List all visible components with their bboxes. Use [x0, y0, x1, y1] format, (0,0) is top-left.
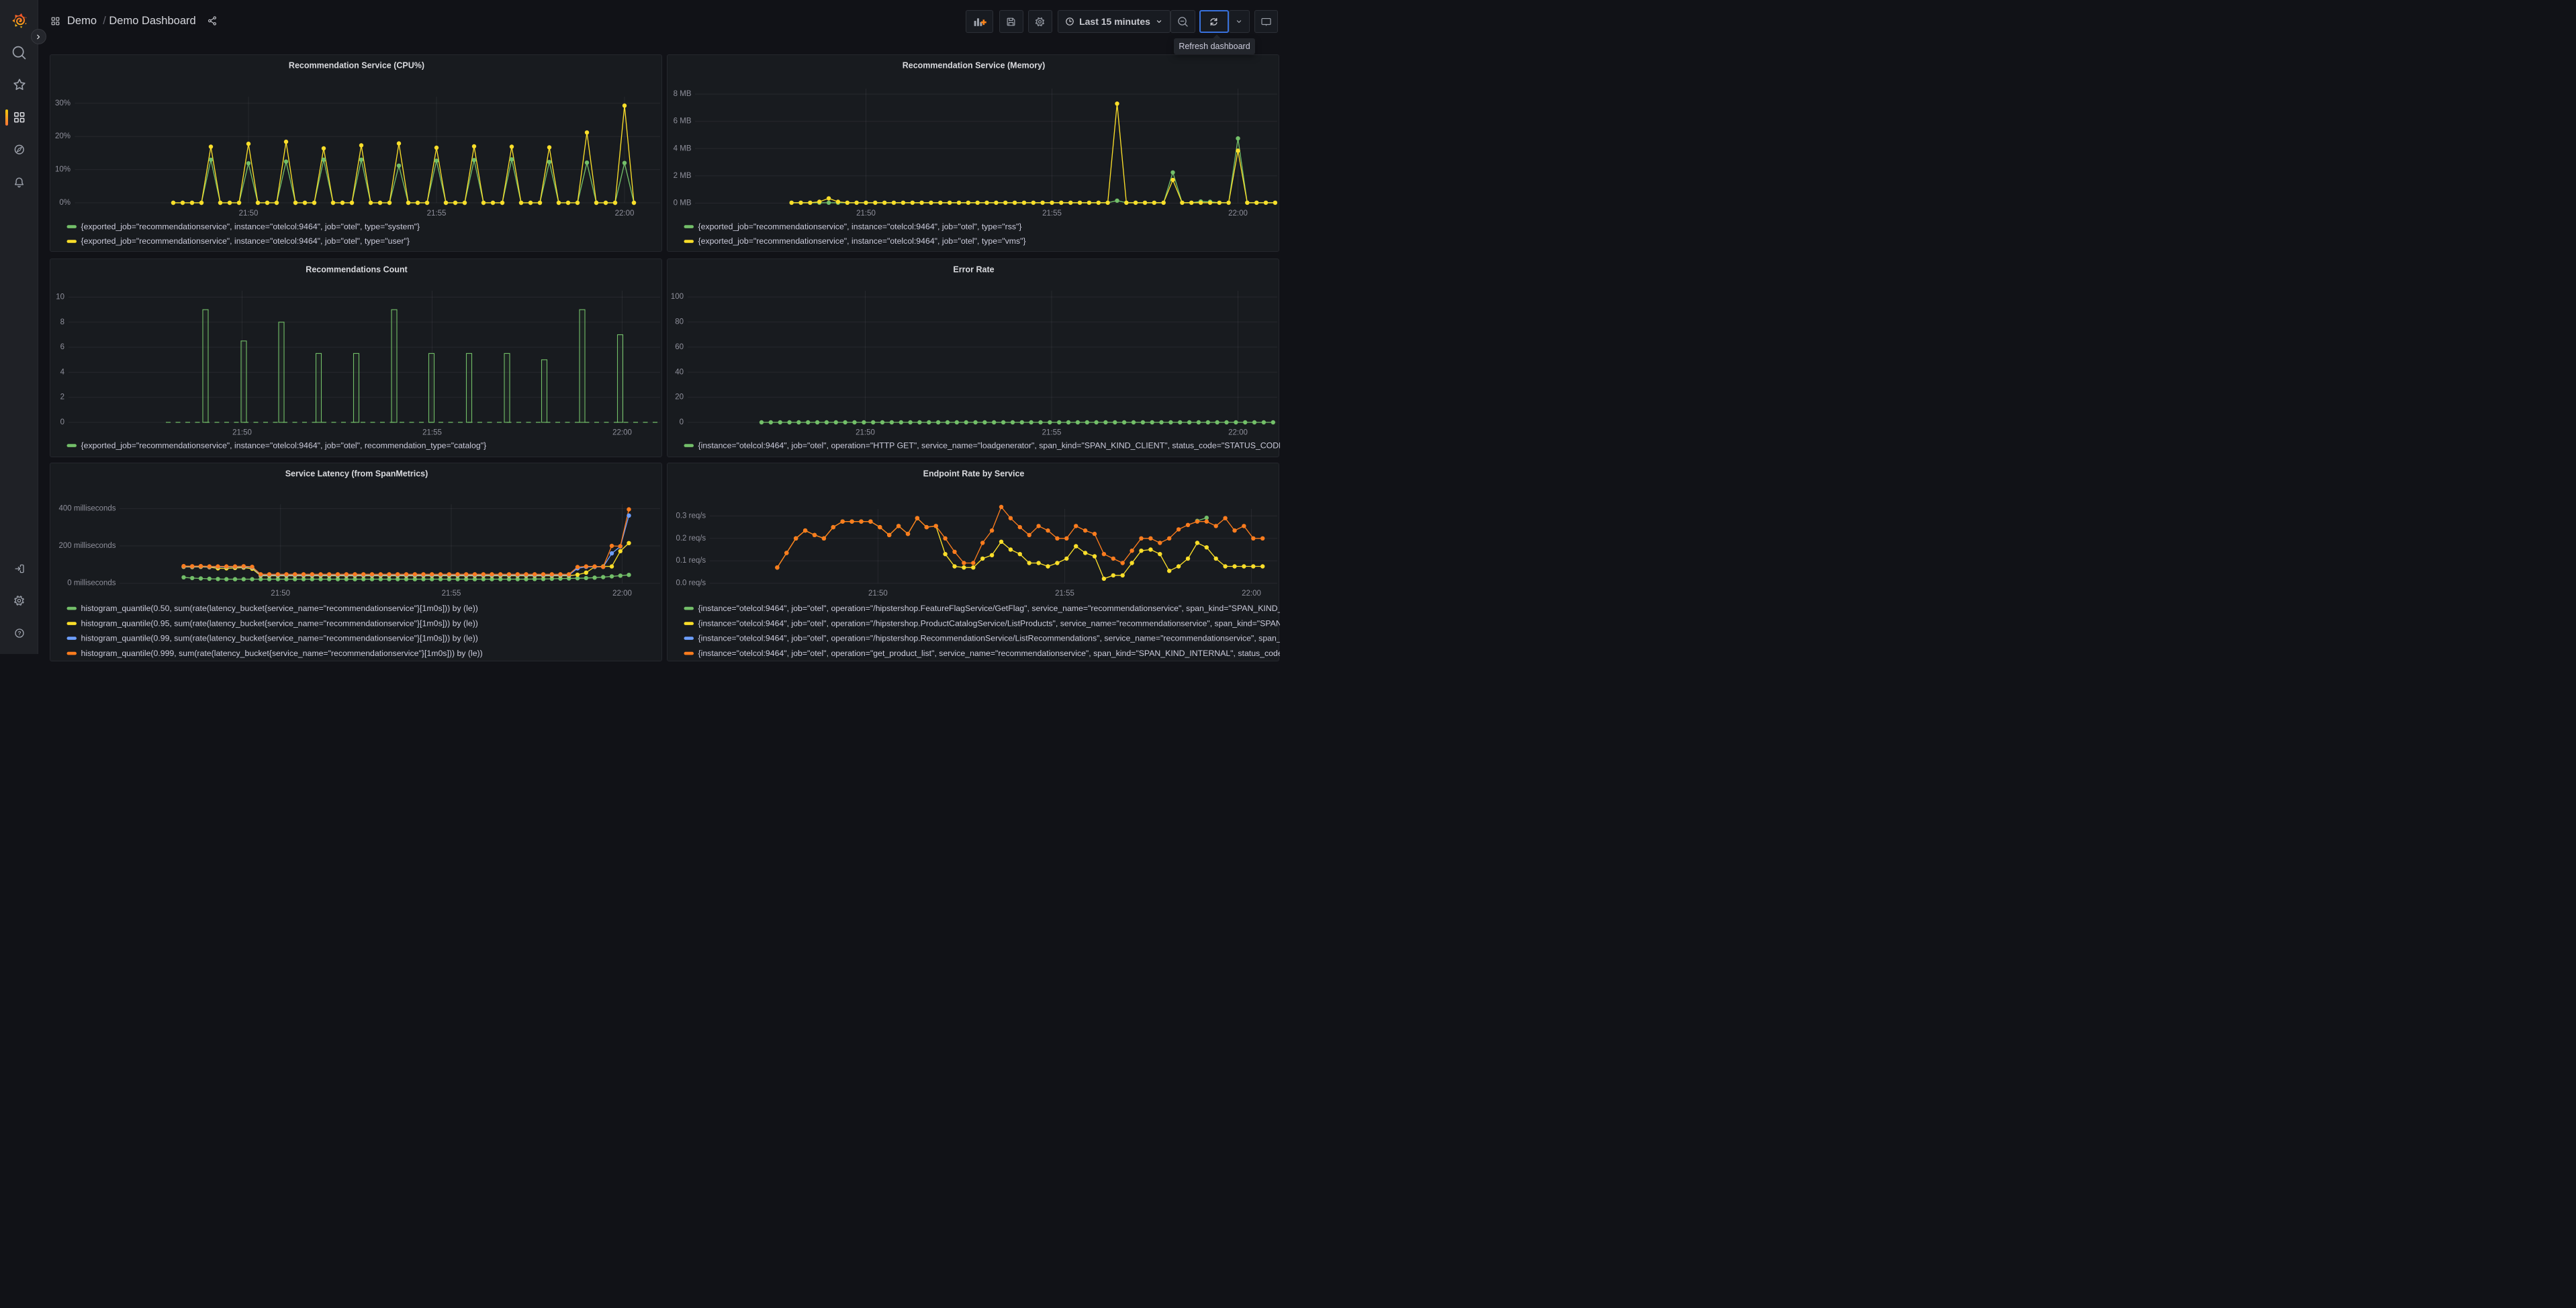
svg-text:10%: 10%: [55, 165, 71, 173]
svg-text:0 milliseconds: 0 milliseconds: [67, 579, 116, 587]
svg-text:histogram_quantile(0.999, sum(: histogram_quantile(0.999, sum(rate(laten…: [81, 648, 483, 657]
svg-text:22:00: 22:00: [1228, 428, 1248, 436]
svg-text:20%: 20%: [55, 132, 71, 140]
svg-text:60: 60: [675, 342, 684, 351]
svg-text:histogram_quantile(0.99, sum(r: histogram_quantile(0.99, sum(rate(latenc…: [81, 633, 478, 643]
svg-text:Recommendation Service (CPU%): Recommendation Service (CPU%): [289, 60, 424, 70]
svg-text:Endpoint Rate by Service: Endpoint Rate by Service: [923, 469, 1025, 478]
svg-text:21:55: 21:55: [427, 209, 447, 218]
svg-text:{instance="otelcol:9464", job=: {instance="otelcol:9464", job="otel", op…: [698, 440, 1281, 450]
svg-text:21:50: 21:50: [232, 428, 252, 436]
svg-text:10: 10: [56, 293, 64, 301]
svg-text:6: 6: [60, 343, 64, 351]
svg-text:{exported_job="recommendations: {exported_job="recommendationservice", i…: [81, 222, 420, 231]
svg-text:2 MB: 2 MB: [674, 171, 692, 179]
svg-text:21:55: 21:55: [1042, 428, 1062, 436]
svg-text:80: 80: [675, 318, 684, 326]
svg-text:8 MB: 8 MB: [674, 90, 692, 98]
svg-text:Recommendation Service (Memory: Recommendation Service (Memory): [903, 60, 1046, 70]
svg-text:Service Latency (from SpanMetr: Service Latency (from SpanMetrics): [285, 469, 428, 478]
svg-text:{exported_job="recommendations: {exported_job="recommendationservice", i…: [81, 236, 410, 246]
svg-text:21:50: 21:50: [239, 209, 259, 218]
svg-text:22:00: 22:00: [1228, 209, 1248, 218]
svg-text:0.1 req/s: 0.1 req/s: [676, 557, 706, 565]
svg-text:22:00: 22:00: [615, 209, 635, 218]
svg-text:2: 2: [60, 393, 64, 401]
svg-text:0: 0: [60, 418, 64, 426]
svg-text:{instance="otelcol:9464", job=: {instance="otelcol:9464", job="otel", op…: [698, 633, 1281, 643]
svg-text:21:50: 21:50: [856, 209, 876, 218]
svg-text:{instance="otelcol:9464", job=: {instance="otelcol:9464", job="otel", op…: [698, 618, 1281, 628]
svg-text:{exported_job="recommendations: {exported_job="recommendationservice", i…: [698, 236, 1026, 246]
svg-text:8: 8: [60, 318, 64, 326]
svg-text:22:00: 22:00: [612, 590, 632, 598]
svg-text:0%: 0%: [59, 199, 71, 207]
svg-text:?: ?: [17, 630, 21, 637]
svg-text:30%: 30%: [55, 99, 71, 107]
svg-text:{exported_job="recommendations: {exported_job="recommendationservice", i…: [81, 440, 487, 450]
svg-text:400 milliseconds: 400 milliseconds: [58, 504, 116, 512]
svg-text:21:55: 21:55: [1042, 209, 1062, 218]
svg-text:0 MB: 0 MB: [674, 199, 692, 207]
svg-text:histogram_quantile(0.50, sum(r: histogram_quantile(0.50, sum(rate(latenc…: [81, 603, 478, 612]
svg-text:40: 40: [675, 368, 684, 376]
svg-text:0.2 req/s: 0.2 req/s: [676, 534, 706, 542]
svg-text:{exported_job="recommendations: {exported_job="recommendationservice", i…: [698, 222, 1022, 231]
svg-text:22:00: 22:00: [612, 428, 632, 436]
svg-text:{instance="otelcol:9464", job=: {instance="otelcol:9464", job="otel", op…: [698, 648, 1281, 657]
svg-text:{instance="otelcol:9464", job=: {instance="otelcol:9464", job="otel", op…: [698, 603, 1281, 612]
svg-text:22:00: 22:00: [1242, 590, 1261, 598]
svg-text:0: 0: [680, 418, 684, 426]
svg-text:0.0 req/s: 0.0 req/s: [676, 579, 706, 587]
svg-text:21:50: 21:50: [856, 428, 875, 436]
svg-text:4 MB: 4 MB: [674, 144, 692, 152]
svg-text:Recommendations Count: Recommendations Count: [306, 265, 408, 274]
svg-text:6 MB: 6 MB: [674, 117, 692, 125]
svg-text:4: 4: [60, 368, 65, 376]
svg-text:21:55: 21:55: [442, 590, 461, 598]
svg-text:0.3 req/s: 0.3 req/s: [676, 512, 706, 520]
svg-text:21:50: 21:50: [868, 590, 888, 598]
svg-text:100: 100: [671, 293, 684, 301]
svg-text:20: 20: [675, 393, 684, 401]
svg-text:200 milliseconds: 200 milliseconds: [58, 542, 116, 550]
svg-text:21:55: 21:55: [422, 428, 442, 436]
svg-text:Error Rate: Error Rate: [953, 265, 994, 274]
svg-text:21:55: 21:55: [1055, 590, 1074, 598]
svg-text:21:50: 21:50: [271, 590, 290, 598]
svg-text:histogram_quantile(0.95, sum(r: histogram_quantile(0.95, sum(rate(latenc…: [81, 618, 478, 628]
